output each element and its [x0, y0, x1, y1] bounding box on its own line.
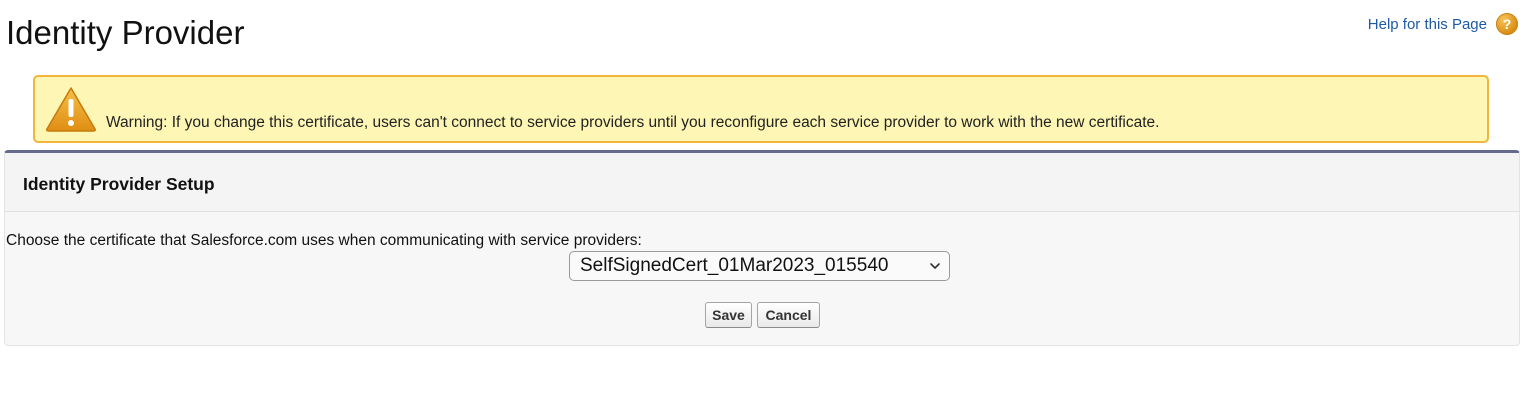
- warning-triangle-icon: [46, 87, 96, 132]
- certificate-select-value[interactable]: SelfSignedCert_01Mar2023_015540: [580, 255, 888, 277]
- form-buttons: Save Cancel: [705, 302, 820, 328]
- cancel-button[interactable]: Cancel: [757, 302, 820, 328]
- save-button[interactable]: Save: [705, 302, 752, 328]
- question-circle-icon[interactable]: ?: [1496, 13, 1518, 35]
- warning-message: Warning: If you change this certificate,…: [33, 75, 1489, 143]
- setup-panel-title: Identity Provider Setup: [23, 174, 215, 194]
- help-link-label[interactable]: Help for this Page: [1368, 16, 1487, 33]
- setup-panel-header: Identity Provider Setup: [5, 153, 1519, 212]
- help-for-this-page-link[interactable]: Help for this Page ?: [1368, 13, 1518, 35]
- page-title: Identity Provider: [6, 14, 245, 51]
- certificate-choose-label: Choose the certificate that Salesforce.c…: [6, 232, 642, 249]
- warning-text: Warning: If you change this certificate,…: [106, 114, 1160, 131]
- certificate-select[interactable]: SelfSignedCert_01Mar2023_015540: [569, 251, 950, 281]
- identity-provider-page: Identity Provider Help for this Page ? W…: [0, 0, 1536, 396]
- identity-provider-setup-panel: Identity Provider Setup Choose the certi…: [4, 150, 1520, 346]
- chevron-down-icon[interactable]: [929, 260, 941, 272]
